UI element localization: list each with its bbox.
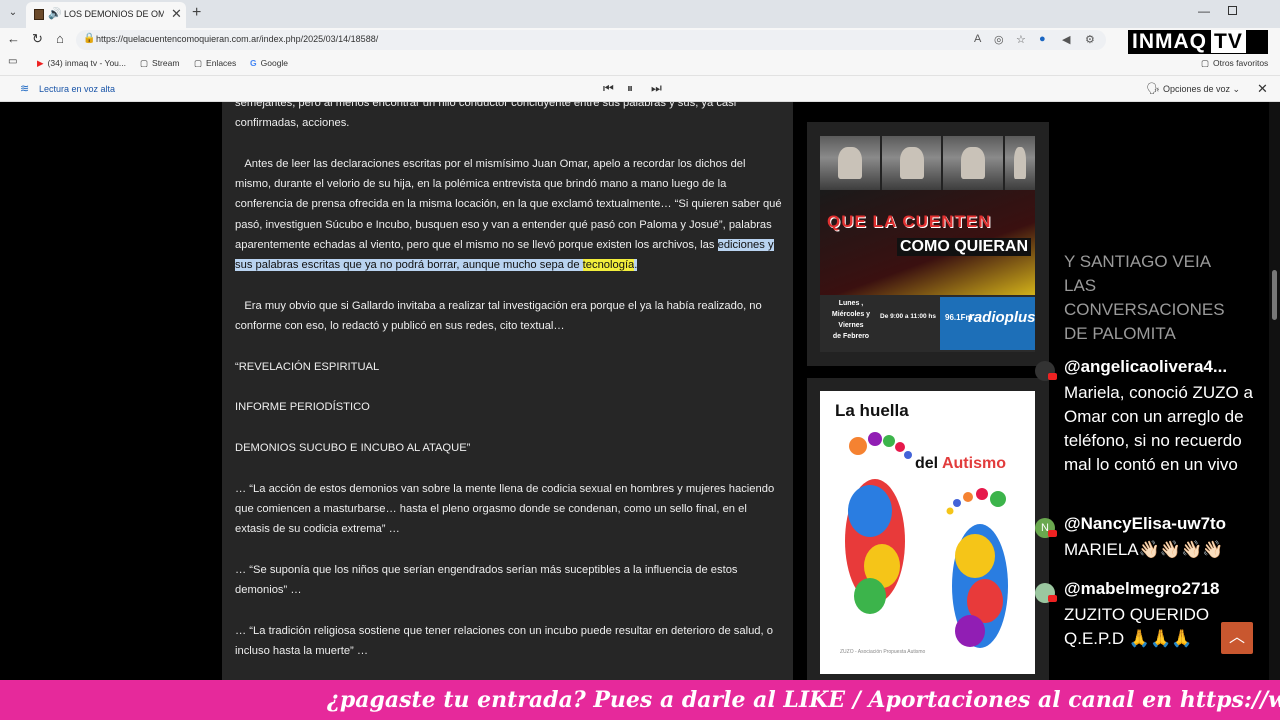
tab-title: LOS DEMONIOS DE OMAR GALLARDO [64, 9, 164, 19]
read-aloud-wave-icon: ≋ [20, 83, 30, 95]
minimize-icon[interactable]: — [1198, 4, 1210, 18]
folder-icon: ▢ [140, 58, 149, 68]
schedule-days: Lunes , Miércoles y Viernes de Febrero [831, 300, 871, 340]
autism-ad[interactable]: La huella del Autismo ZUZO - Asociación … [807, 378, 1049, 680]
inmaq-tv-logo: INMAQ TV [1128, 30, 1268, 54]
radio-logo: 96.1Fm radioplus [940, 297, 1036, 350]
ad-footer: ZUZO - Asociación Propuesta Autismo [840, 649, 926, 655]
chat-username: @NancyElisa-uw7to [1064, 514, 1227, 533]
tab-favicon-icon [34, 9, 44, 20]
radio-show-ad[interactable]: QUE LA CUENTEN COMO QUIERAN Lunes , Miér… [807, 122, 1049, 366]
read-aloud-icon[interactable]: A [974, 33, 981, 45]
extension-icon[interactable]: ● [1039, 33, 1046, 45]
article-paragraph: DEMONIOS SUCUBO E INCUBO AL ATAQUE” [235, 442, 471, 455]
chat-username: @angelicaolivera4... [1064, 357, 1228, 376]
avatar [1035, 583, 1057, 603]
next-icon[interactable]: ⏭ [651, 81, 662, 96]
article-paragraph: “REVELACIÓN ESPIRITUAL [235, 360, 380, 373]
voice-options-dropdown[interactable]: Opciones de voz ⌄ [1163, 84, 1240, 95]
show-title-line2: COMO QUIERAN [897, 238, 1031, 256]
sidebar: QUE LA CUENTEN COMO QUIERAN Lunes , Miér… [807, 122, 1049, 680]
close-icon[interactable]: ✕ [1257, 81, 1268, 97]
google-icon: G [250, 58, 257, 68]
ticker-text: ¿pagaste tu entrada? Pues a darle al LIK… [327, 687, 1280, 713]
read-aloud-current-word: tecnología [582, 259, 635, 272]
schedule-time: De 9:00 a 11:00 hs [880, 313, 937, 320]
new-tab-plus-icon[interactable]: + [192, 4, 201, 22]
chat-text: MARIELA👋🏻👋🏻👋🏻👋🏻 [1064, 540, 1224, 559]
article-paragraph: Antes de leer las declaraciones escritas… [235, 157, 782, 272]
url-field[interactable]: 🔒 https://quelacuentencomoquieran.com.ar… [76, 30, 1106, 50]
lock-icon[interactable]: 🔒 [83, 33, 95, 44]
speaker-icon[interactable]: 🔊 [48, 7, 62, 20]
scrollbar-thumb[interactable] [1272, 270, 1277, 320]
radio-brand: radioplus [968, 309, 1036, 326]
show-schedule: Lunes , Miércoles y Viernes de Febrero D… [820, 295, 1036, 352]
back-arrow-icon[interactable]: ← [7, 31, 20, 46]
sidebar-toggle-icon[interactable]: ▭ [8, 56, 17, 67]
volume-icon[interactable]: ◀ [1062, 33, 1070, 46]
bookmark-stream[interactable]: ▢ Stream [140, 58, 179, 69]
close-icon[interactable]: ✕ [171, 6, 182, 22]
article-body: semejantes, pero al menos encontrar un h… [222, 102, 793, 680]
article-paragraph: … “La tradición religiosa sostiene que t… [235, 624, 773, 658]
url-text[interactable]: https://quelacuentencomoquieran.com.ar/i… [96, 34, 378, 44]
translate-icon[interactable]: ◎ [994, 33, 1004, 46]
other-bookmarks[interactable]: ▢ Otros favoritos [1201, 58, 1268, 69]
article-paragraph: Era muy obvio que si Gallardo invitaba a… [235, 299, 762, 333]
autism-ad-card: La huella del Autismo ZUZO - Asociación … [820, 391, 1035, 674]
tab-list-chevron-icon[interactable]: ⌄ [4, 4, 22, 22]
folder-icon: ▢ [1201, 58, 1210, 68]
article-paragraph: semejantes, pero al menos encontrar un h… [235, 102, 737, 130]
tab-active[interactable]: 🔊 LOS DEMONIOS DE OMAR GALLARDO ✕ [26, 2, 186, 28]
article-paragraph: INFORME PERIODÍSTICO [235, 401, 370, 414]
bookmark-google[interactable]: G Google [250, 58, 288, 68]
read-aloud-label: Lectura en voz alta [39, 84, 116, 94]
chat-text: Mariela, conoció ZUZO a Omar con un arre… [1064, 383, 1253, 474]
page-scrollbar[interactable] [1269, 102, 1280, 680]
address-bar: ← ↻ ⌂ 🔒 https://quelacuentencomoquieran.… [0, 28, 1280, 52]
bookmarks-bar: ▭ ▶ (34) inmaq tv - You... ▢ Stream ▢ Enlac… [0, 52, 1280, 76]
bookmark-enlaces[interactable]: ▢ Enlaces [194, 58, 236, 69]
folder-icon: ▢ [194, 58, 203, 68]
favorite-star-icon[interactable]: ☆ [1016, 33, 1026, 46]
avatar [1035, 361, 1057, 381]
stream-ticker: ¿pagaste tu entrada? Pues a darle al LIK… [0, 680, 1280, 720]
avatar: N [1035, 518, 1057, 538]
previous-icon[interactable]: ⏮ [603, 81, 614, 96]
chevron-up-icon: ︿ [1228, 629, 1245, 646]
voice-settings-icon[interactable]: 🗣 [1146, 82, 1160, 95]
maximize-icon[interactable] [1228, 6, 1237, 15]
extensions-puzzle-icon[interactable]: ⚙ [1085, 33, 1095, 46]
pause-icon[interactable]: ⏸ [627, 81, 633, 96]
show-title-line1: QUE LA CUENTEN [827, 212, 992, 231]
hosts-photo [820, 136, 1036, 190]
chat-username: @mabelmegro2718 [1064, 579, 1220, 598]
chat-previous-message: Y SANTIAGO VEIA LAS CONVERSACIONES DE PA… [1064, 252, 1225, 343]
puzzle-footprints-icon [845, 432, 1008, 648]
article-paragraph: … “La acción de estos demonios van sobre… [235, 482, 775, 536]
live-chat-overlay: Y SANTIAGO VEIA LAS CONVERSACIONES DE PA… [1032, 245, 1268, 660]
bookmark-youtube[interactable]: ▶ (34) inmaq tv - You... [37, 58, 126, 69]
home-icon[interactable]: ⌂ [56, 31, 64, 46]
youtube-icon: ▶ [37, 58, 44, 68]
scroll-to-top-button[interactable]: ︿ [1221, 622, 1253, 654]
article-paragraph: … “Se suponía que los niños que serían e… [235, 563, 738, 597]
read-aloud-bar: ≋ Lectura en voz alta ⏮ ⏸ ⏭ 🗣 Opciones d… [0, 76, 1280, 102]
tab-bar: ⌄ 🔊 LOS DEMONIOS DE OMAR GALLARDO ✕ + — [0, 0, 1280, 28]
reload-icon[interactable]: ↻ [32, 31, 43, 47]
